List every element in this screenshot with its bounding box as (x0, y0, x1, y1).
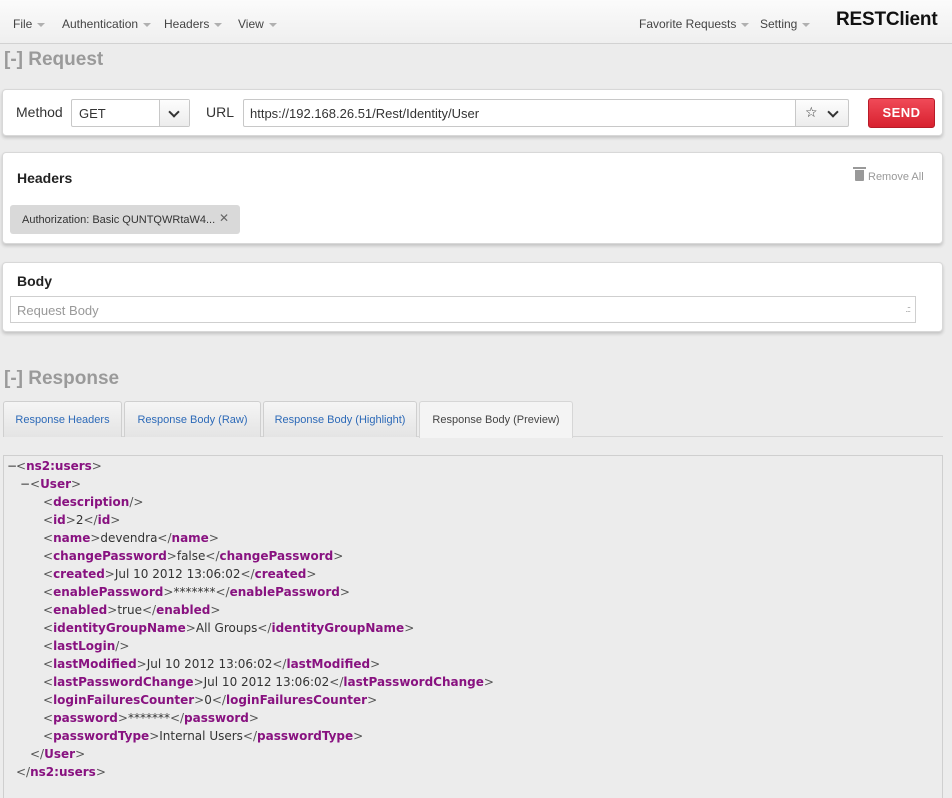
xml-field-line: <id>2</id> (43, 513, 121, 527)
url-tools: ☆ (795, 99, 849, 127)
xml-field-line: <lastPasswordChange>Jul 10 2012 13:06:02… (43, 675, 494, 689)
method-value: GET (79, 106, 106, 121)
header-chip[interactable]: Authorization: Basic QUNTQWRtaW4... ✕ (10, 205, 240, 234)
xml-field-value: devendra (100, 531, 158, 545)
xml-field-line: <name>devendra</name> (43, 531, 219, 545)
menu-view[interactable]: View (238, 17, 277, 31)
body-title: Body (17, 273, 52, 289)
headers-title: Headers (17, 170, 73, 186)
resize-handle-icon[interactable]: .:: (905, 304, 910, 314)
star-icon[interactable]: ☆ (805, 104, 818, 121)
brand-title: RESTClient (836, 9, 938, 30)
xml-field-value: Jul 10 2012 13:06:02 (114, 567, 241, 581)
request-collapse-toggle[interactable]: [-] (4, 49, 23, 70)
xml-root-close: </ns2:users> (16, 765, 106, 779)
response-collapse-toggle[interactable]: [-] (4, 368, 23, 389)
xml-field-value: All Groups (195, 621, 258, 635)
xml-user-close: </User> (30, 747, 86, 761)
xml-field-value: Jul 10 2012 13:06:02 (146, 657, 273, 671)
xml-preview: − <ns2:users> − <User> <description/> <id… (3, 455, 943, 798)
caret-down-icon (802, 22, 811, 27)
xml-field-line: <lastLogin/> (43, 639, 130, 653)
menu-file[interactable]: File (13, 17, 46, 31)
remove-all-button[interactable]: Remove All (853, 167, 924, 183)
menu-headers[interactable]: Headers (164, 17, 223, 31)
tab-response-body-raw[interactable]: Response Body (Raw) (124, 401, 261, 437)
trash-icon (853, 167, 866, 181)
xml-field-value: false (176, 549, 206, 563)
xml-field-value: ******* (173, 585, 216, 599)
tab-response-headers[interactable]: Response Headers (3, 401, 122, 437)
top-navbar: File Authentication Headers View Favorit… (0, 0, 952, 44)
close-icon[interactable]: ✕ (219, 211, 229, 225)
xml-field-line: <lastModified>Jul 10 2012 13:06:02</last… (43, 657, 381, 671)
xml-field-line: <created>Jul 10 2012 13:06:02</created> (43, 567, 317, 581)
request-bar: Method GET URL ☆ SEND (2, 89, 943, 136)
method-select[interactable]: GET (71, 99, 190, 127)
xml-field-line: <password>*******</password> (43, 711, 259, 725)
headers-panel: Headers Remove All Authorization: Basic … (2, 152, 943, 244)
xml-field-line: <loginFailuresCounter>0</loginFailuresCo… (43, 693, 378, 707)
xml-field-line: <enabled>true</enabled> (43, 603, 221, 617)
menu-favorite-requests[interactable]: Favorite Requests (639, 17, 750, 31)
xml-field-value: ******* (127, 711, 170, 725)
request-section-title[interactable]: [-] Request (4, 49, 103, 71)
xml-field-line: <description/> (43, 495, 144, 509)
caret-down-icon (214, 22, 223, 27)
xml-field-line: <changePassword>false</changePassword> (43, 549, 344, 563)
header-chip-text: Authorization: Basic QUNTQWRtaW4... (22, 214, 216, 226)
xml-field-line: <identityGroupName>All Groups</identityG… (43, 621, 415, 635)
xml-field-line: <passwordType>Internal Users</passwordTy… (43, 729, 364, 743)
caret-down-icon (143, 22, 152, 27)
xml-field-value: true (117, 603, 142, 617)
menu-authentication[interactable]: Authentication (62, 17, 152, 31)
caret-down-icon (37, 22, 46, 27)
xml-field-line: <enablePassword>*******</enablePassword> (43, 585, 350, 599)
xml-field-value: 0 (204, 693, 212, 707)
caret-down-icon (268, 22, 277, 27)
xml-field-value: Jul 10 2012 13:06:02 (203, 675, 330, 689)
method-label: Method (16, 104, 63, 120)
xml-field-value: Internal Users (159, 729, 243, 743)
response-section-title[interactable]: [-] Response (4, 368, 119, 390)
request-body-placeholder: Request Body (17, 303, 99, 318)
xml-user-open: <User> (30, 477, 82, 491)
url-input[interactable] (243, 99, 796, 127)
send-button[interactable]: SEND (868, 98, 935, 128)
body-panel: Body Request Body .:: (2, 262, 943, 332)
chevron-down-icon[interactable] (827, 106, 839, 118)
chevron-down-icon (168, 106, 180, 118)
url-label: URL (206, 104, 235, 120)
xml-root-open: <ns2:users> (16, 459, 102, 473)
menu-setting[interactable]: Setting (760, 17, 811, 31)
collapse-minus-icon[interactable]: − (20, 477, 30, 491)
tab-response-body-preview[interactable]: Response Body (Preview) (419, 401, 573, 438)
request-body-textarea[interactable]: Request Body .:: (10, 296, 916, 323)
tab-response-body-highlight[interactable]: Response Body (Highlight) (263, 401, 417, 437)
method-dropdown-button[interactable] (159, 100, 189, 126)
caret-down-icon (741, 22, 750, 27)
